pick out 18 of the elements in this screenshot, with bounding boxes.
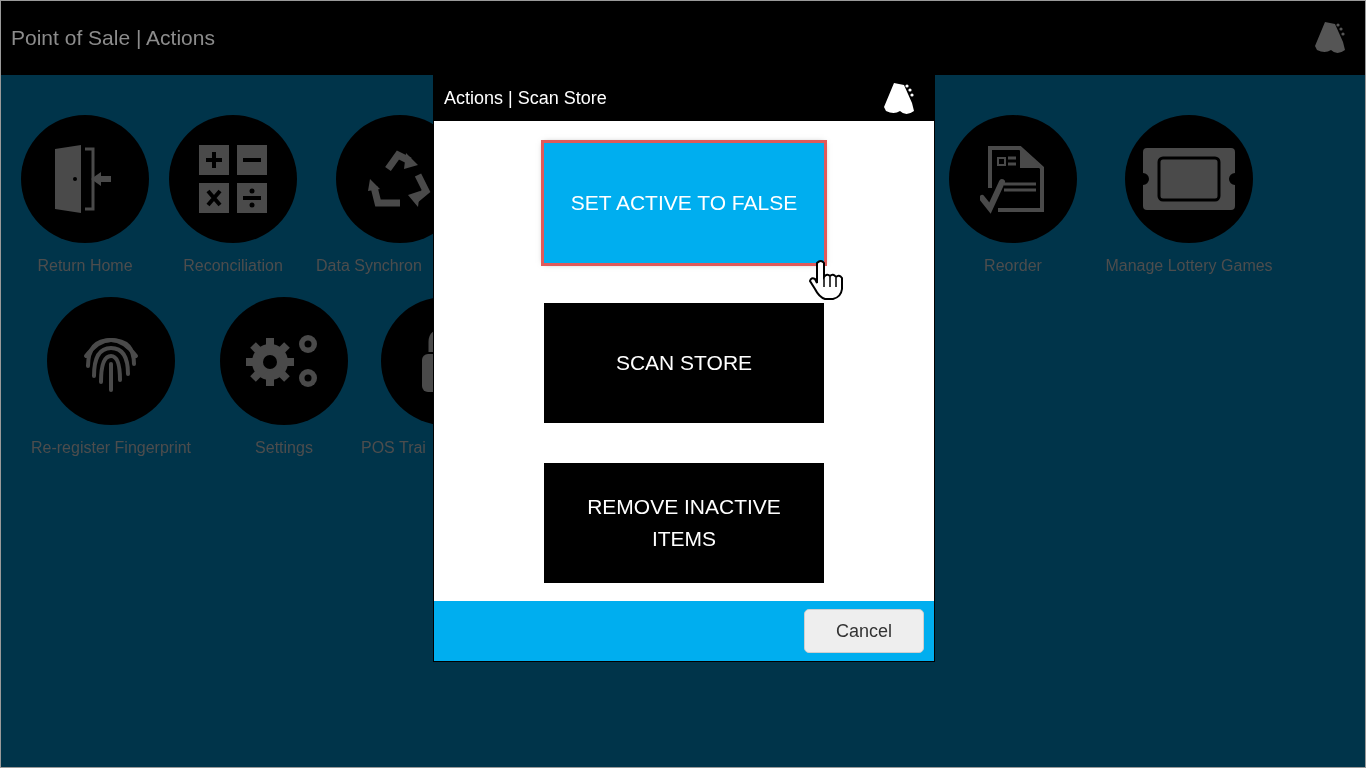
ticket-icon	[1143, 148, 1235, 210]
logo-icon	[882, 80, 916, 117]
logo-icon	[1313, 20, 1347, 56]
tile-label: Manage Lottery Games	[1105, 257, 1273, 275]
tile-label: Return Home	[37, 257, 133, 275]
window-title: Point of Sale | Actions	[11, 26, 215, 50]
action-button[interactable]: REMOVE INACTIVE ITEMS	[544, 463, 824, 583]
calculator-icon	[199, 145, 267, 213]
tile-label: POS Trai	[361, 439, 426, 457]
action-button[interactable]: SCAN STORE	[544, 303, 824, 423]
tile-label: Re-register Fingerprint	[30, 439, 192, 457]
tile-label: Data Synchron	[316, 257, 422, 275]
dialog-title: Actions | Scan Store	[444, 88, 607, 109]
document-check-icon	[980, 144, 1046, 214]
tile-label: Reorder	[984, 257, 1042, 275]
tile-label: Reconciliation	[183, 257, 283, 275]
cancel-button[interactable]: Cancel	[804, 609, 924, 653]
tile-label: Settings	[255, 439, 313, 457]
